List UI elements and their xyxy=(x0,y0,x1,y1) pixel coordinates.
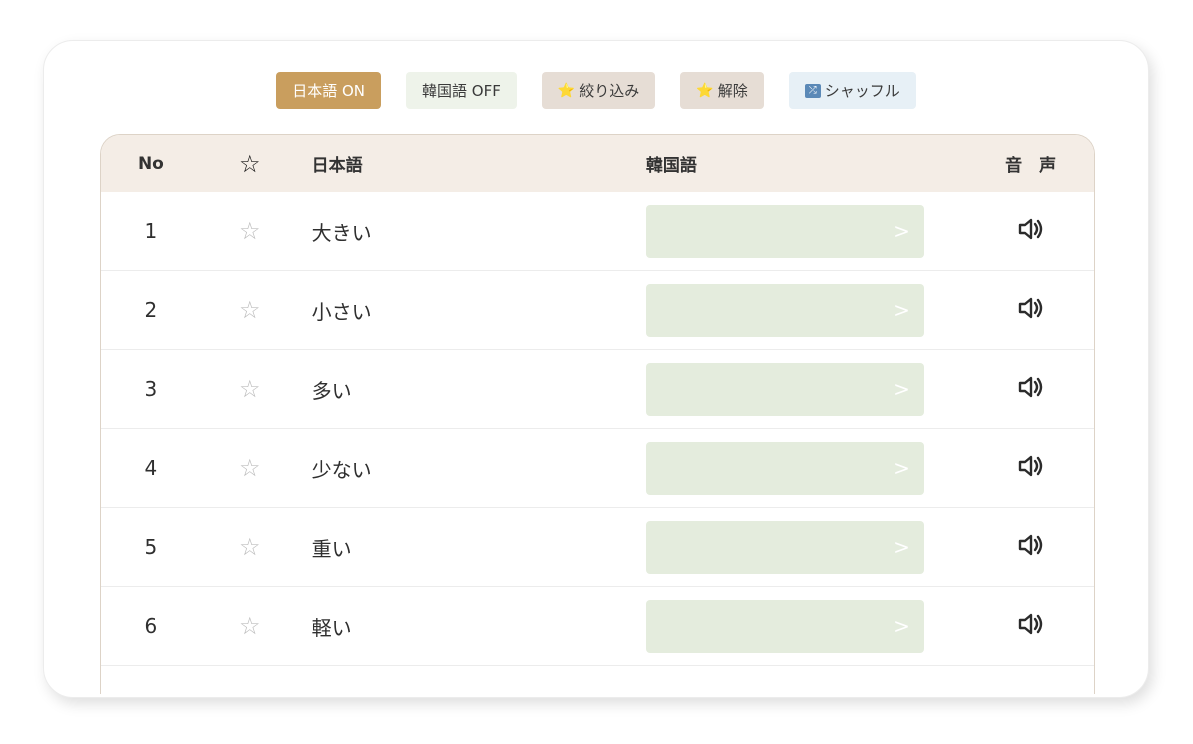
vocabulary-table: No ☆ 日本語 韓国語 音 声 1 ☆ 大きい > 2 ☆ 小さい > 3 ☆… xyxy=(100,134,1095,694)
korean-reveal-button[interactable]: > xyxy=(645,441,924,495)
japanese-word: 大きい xyxy=(311,220,372,245)
japanese-word: 軽い xyxy=(311,615,352,640)
row-number: 2 xyxy=(144,298,158,322)
table-row: 6 ☆ 軽い > xyxy=(101,587,1094,666)
speaker-icon[interactable] xyxy=(967,455,1094,482)
shuffle-label: シャッフル xyxy=(824,82,900,100)
clear-filter-button[interactable]: ⭐ 解除 xyxy=(680,72,764,109)
word-list-card: 日本語 ON 韓国語 OFF ⭐ 絞り込み ⭐ 解除 ⤮ シャッフル No ☆ … xyxy=(43,40,1149,698)
korean-toggle-button[interactable]: 韓国語 OFF xyxy=(406,72,517,109)
row-number: 1 xyxy=(144,219,158,243)
reveal-chevron: > xyxy=(893,614,910,638)
header-audio: 音 声 xyxy=(1005,156,1057,176)
header-japanese: 日本語 xyxy=(311,156,363,176)
table-row: 5 ☆ 重い > xyxy=(101,508,1094,587)
speaker-icon[interactable] xyxy=(967,297,1094,324)
row-number: 6 xyxy=(144,614,158,638)
korean-reveal-button[interactable]: > xyxy=(645,520,924,574)
favorite-star-icon[interactable]: ☆ xyxy=(201,375,299,403)
japanese-toggle-label: 日本語 ON xyxy=(292,82,366,100)
favorite-star-icon[interactable]: ☆ xyxy=(201,296,299,324)
toolbar: 日本語 ON 韓国語 OFF ⭐ 絞り込み ⭐ 解除 ⤮ シャッフル xyxy=(44,72,1148,109)
korean-reveal-button[interactable]: > xyxy=(645,204,924,258)
japanese-toggle-button[interactable]: 日本語 ON xyxy=(276,72,382,109)
header-korean: 韓国語 xyxy=(645,156,697,176)
row-number: 5 xyxy=(144,535,158,559)
reveal-chevron: > xyxy=(893,298,910,322)
table-row: 1 ☆ 大きい > xyxy=(101,192,1094,271)
favorite-star-icon[interactable]: ☆ xyxy=(201,612,299,640)
favorite-star-icon[interactable]: ☆ xyxy=(201,454,299,482)
shuffle-button[interactable]: ⤮ シャッフル xyxy=(788,72,916,109)
speaker-icon[interactable] xyxy=(967,218,1094,245)
japanese-word: 小さい xyxy=(311,299,372,324)
reveal-chevron: > xyxy=(893,456,910,480)
row-number: 4 xyxy=(144,456,158,480)
favorite-star-icon[interactable]: ☆ xyxy=(201,533,299,561)
table-row: 4 ☆ 少ない > xyxy=(101,429,1094,508)
row-number: 3 xyxy=(144,377,158,401)
reveal-chevron: > xyxy=(893,219,910,243)
favorite-star-icon[interactable]: ☆ xyxy=(201,217,299,245)
japanese-word: 少ない xyxy=(311,457,372,482)
table-row: 3 ☆ 多い > xyxy=(101,350,1094,429)
star-outline-icon: ☆ xyxy=(238,149,261,178)
table-body: 1 ☆ 大きい > 2 ☆ 小さい > 3 ☆ 多い > 4 ☆ 少ない > 5… xyxy=(101,192,1094,666)
korean-toggle-label: 韓国語 OFF xyxy=(422,82,501,100)
table-header: No ☆ 日本語 韓国語 音 声 xyxy=(101,135,1094,192)
reveal-chevron: > xyxy=(893,377,910,401)
shuffle-icon: ⤮ xyxy=(804,83,821,98)
speaker-icon[interactable] xyxy=(967,534,1094,561)
header-no: No xyxy=(137,153,164,174)
clear-filter-label: 解除 xyxy=(717,82,748,100)
korean-reveal-button[interactable]: > xyxy=(645,362,924,416)
korean-reveal-button[interactable]: > xyxy=(645,599,924,653)
table-row: 2 ☆ 小さい > xyxy=(101,271,1094,350)
filter-button[interactable]: ⭐ 絞り込み xyxy=(541,72,656,109)
star-icon: ⭐ xyxy=(696,82,714,99)
speaker-icon[interactable] xyxy=(967,376,1094,403)
japanese-word: 重い xyxy=(311,536,352,561)
filter-label: 絞り込み xyxy=(579,82,640,100)
korean-reveal-button[interactable]: > xyxy=(645,283,924,337)
star-icon: ⭐ xyxy=(557,82,576,99)
japanese-word: 多い xyxy=(311,378,352,403)
reveal-chevron: > xyxy=(893,535,910,559)
header-star-icon[interactable]: ☆ xyxy=(201,150,299,178)
speaker-icon[interactable] xyxy=(967,613,1094,640)
